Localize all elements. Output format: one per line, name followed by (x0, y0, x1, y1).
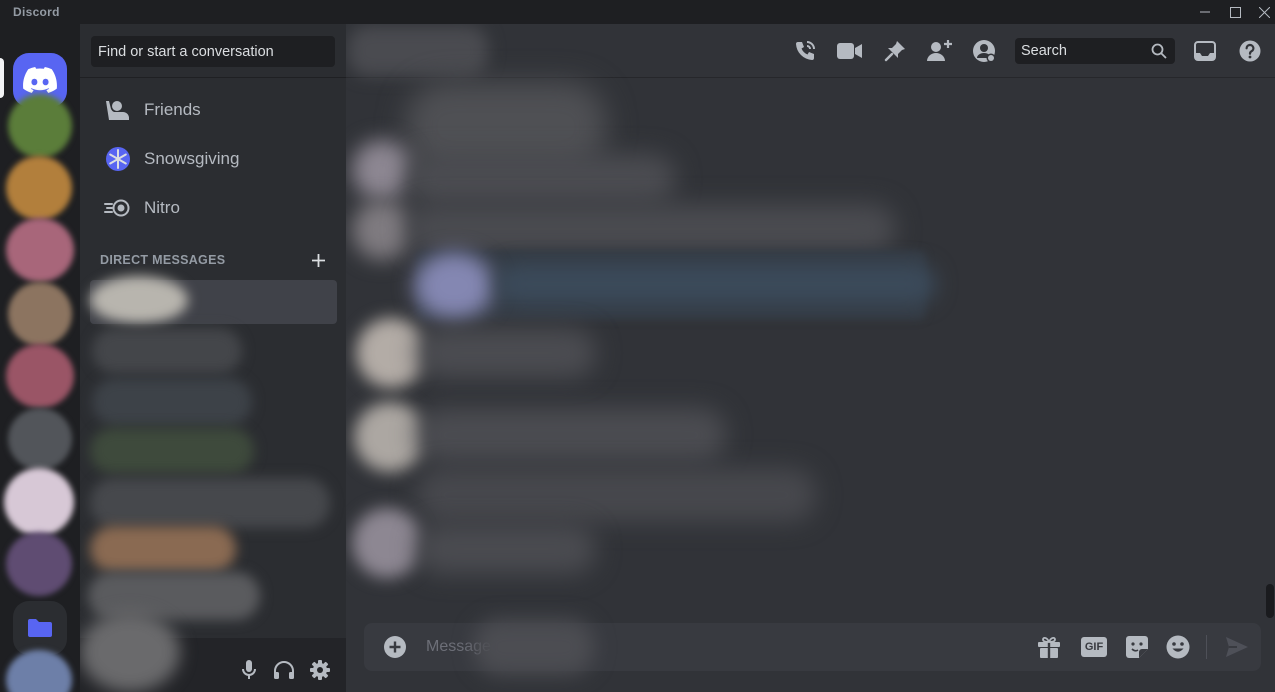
microphone-icon (241, 660, 257, 680)
message (416, 328, 596, 378)
app-title: Discord (13, 5, 60, 19)
search-icon (1151, 43, 1167, 59)
server-folder[interactable] (13, 601, 67, 655)
emoji-button[interactable] (1162, 631, 1194, 663)
pinned-messages-button[interactable] (881, 37, 909, 65)
chat-recipient-name (348, 26, 488, 76)
add-friend-icon (927, 40, 953, 62)
minimize-button[interactable] (1190, 0, 1220, 24)
user-settings-button[interactable] (304, 654, 336, 686)
video-call-icon (837, 42, 863, 60)
server-icon[interactable] (4, 468, 74, 536)
server-icon[interactable] (8, 282, 72, 346)
settings-icon (310, 660, 330, 680)
nav-item-label: Friends (144, 100, 201, 119)
message-avatar (352, 508, 422, 578)
message (496, 264, 936, 304)
maximize-icon (1229, 6, 1241, 18)
dm-item[interactable] (90, 428, 254, 474)
help-button[interactable] (1236, 37, 1264, 65)
find-conversation-input[interactable] (91, 36, 335, 67)
server-icon[interactable] (6, 532, 72, 596)
title-bar: Discord (0, 0, 1275, 24)
pin-icon (884, 40, 906, 62)
server-icon[interactable] (8, 94, 72, 158)
user-avatar[interactable] (80, 612, 180, 692)
dm-sidebar: Friends Snowsgiving (80, 24, 346, 692)
nav-item-nitro[interactable]: Nitro (90, 187, 337, 229)
minimize-icon (1200, 7, 1210, 17)
snowflake-icon (102, 143, 134, 175)
search-input[interactable] (1021, 38, 1141, 64)
dm-item[interactable] (90, 478, 330, 528)
plus-icon (311, 253, 325, 267)
message-composer: GIF (364, 619, 1261, 675)
close-button[interactable] (1249, 0, 1275, 24)
sidebar-header (80, 24, 346, 78)
maximize-button[interactable] (1220, 0, 1250, 24)
send-icon (1225, 636, 1249, 658)
message (416, 468, 816, 522)
chat-header (346, 24, 1275, 78)
message-avatar (352, 200, 412, 260)
gift-icon (1037, 635, 1061, 659)
home-indicator (0, 58, 4, 98)
message-avatar (414, 252, 494, 320)
help-icon (1239, 40, 1261, 62)
close-icon (1258, 6, 1270, 18)
message (406, 204, 896, 254)
start-voice-call-button[interactable] (791, 37, 819, 65)
dm-item[interactable] (92, 378, 252, 426)
inbox-button[interactable] (1191, 37, 1219, 65)
nav-item-snowsgiving[interactable]: Snowsgiving (90, 138, 337, 180)
server-rail (0, 24, 80, 692)
headphones-icon (273, 660, 295, 680)
message (406, 154, 676, 204)
server-icon[interactable] (6, 156, 72, 220)
gif-button[interactable]: GIF (1078, 631, 1110, 663)
chat-scrollbar[interactable] (1265, 80, 1273, 618)
message (416, 408, 726, 462)
message (416, 524, 596, 574)
search-box[interactable] (1015, 38, 1175, 64)
nav-item-label: Nitro (144, 198, 180, 217)
blurred-overlay (474, 619, 594, 675)
dm-item[interactable] (90, 526, 236, 572)
chat-scrollbar-thumb[interactable] (1266, 584, 1274, 618)
composer-divider (1206, 635, 1207, 659)
nav-item-friends[interactable]: Friends (90, 89, 337, 131)
deafen-button[interactable] (268, 654, 300, 686)
upload-button[interactable] (379, 631, 411, 663)
gift-button[interactable] (1033, 631, 1065, 663)
mute-button[interactable] (233, 654, 265, 686)
sticker-button[interactable] (1121, 631, 1153, 663)
folder-icon (28, 618, 52, 638)
create-dm-button[interactable] (308, 250, 328, 270)
send-button[interactable] (1221, 631, 1253, 663)
main-chat: GIF (346, 24, 1275, 692)
emoji-icon (1166, 635, 1190, 659)
add-friends-to-dm-button[interactable] (926, 37, 954, 65)
server-icon[interactable] (6, 218, 74, 282)
nitro-icon (102, 192, 134, 224)
server-icon[interactable] (6, 650, 72, 692)
discord-logo-icon (23, 67, 57, 93)
server-icon[interactable] (8, 408, 72, 470)
add-attachment-icon (384, 636, 406, 658)
dm-item[interactable] (92, 328, 242, 374)
dm-item[interactable] (90, 276, 188, 324)
direct-messages-header: DIRECT MESSAGES (100, 253, 226, 267)
gif-icon: GIF (1081, 637, 1107, 657)
friends-icon (102, 94, 134, 126)
sticker-icon (1125, 635, 1149, 659)
dm-item[interactable] (88, 572, 260, 620)
inbox-icon (1194, 41, 1216, 61)
user-profile-button[interactable] (970, 37, 998, 65)
start-video-call-button[interactable] (836, 37, 864, 65)
voice-call-icon (793, 39, 817, 63)
message-avatar (352, 140, 412, 200)
server-icon[interactable] (6, 344, 74, 408)
nav-item-label: Snowsgiving (144, 149, 240, 168)
profile-icon (972, 39, 996, 63)
